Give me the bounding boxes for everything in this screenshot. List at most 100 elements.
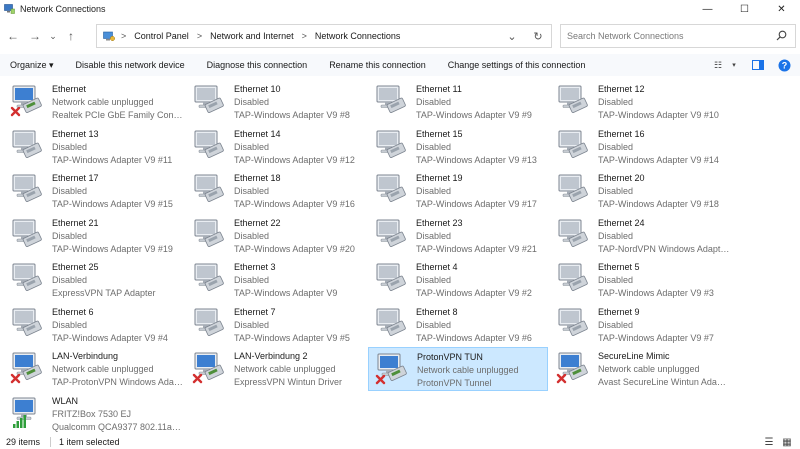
connection-item[interactable]: Ethernet 18 Disabled TAP-Windows Adapter V… [186,169,366,213]
connection-item[interactable]: Ethernet 23 Disabled TAP-Windows Adapter V… [368,214,548,258]
connection-item[interactable]: Ethernet 16 Disabled TAP-Windows Adapter V… [550,125,730,169]
ethernet-unplugged-icon [192,351,226,385]
connection-item[interactable]: Ethernet 22 Disabled TAP-Windows Adapter V… [186,214,366,258]
connection-item[interactable]: Ethernet 25 Disabled ExpressVPN TAP Adapte… [4,258,184,302]
connection-name: Ethernet 10 [234,84,281,94]
connection-name: Ethernet 17 [52,173,99,183]
connection-item[interactable]: Ethernet 11 Disabled TAP-Windows Adapter V… [368,80,548,124]
organize-button[interactable]: Organize ▾ [0,60,64,71]
forward-button[interactable]: → [24,25,46,47]
connection-item[interactable]: Ethernet 10 Disabled TAP-Windows Adapter V… [186,80,366,124]
connection-item[interactable]: Ethernet 14 Disabled TAP-Windows Adapter V… [186,125,366,169]
connection-name: Ethernet [52,84,87,94]
back-button[interactable]: ← [2,25,24,47]
rename-connection-button[interactable]: Rename this connection [317,60,436,70]
connection-name: Ethernet 3 [234,262,276,272]
refresh-button[interactable]: ↻ [525,25,551,47]
connection-item[interactable]: Ethernet 9 Disabled TAP-Windows Adapter V9… [550,303,730,347]
ethernet-unplugged-icon [10,84,44,118]
connection-device: TAP-Windows Adapter V9 #14 [598,154,719,165]
connection-item[interactable]: Ethernet 3 Disabled TAP-Windows Adapter V9 [186,258,366,302]
search-input[interactable] [567,31,767,41]
breadcrumb-separator: > [301,31,307,41]
connection-device: TAP-Windows Adapter V9 #10 [598,110,719,120]
connection-item[interactable]: Ethernet 5 Disabled TAP-Windows Adapter V9… [550,258,730,302]
connection-status: Disabled [416,97,452,107]
connection-item[interactable]: Ethernet 17 Disabled TAP-Windows Adapter V… [4,169,184,213]
change-settings-button[interactable]: Change settings of this connection [436,60,596,70]
connection-status: Disabled [598,319,634,330]
ethernet-adapter-icon [192,218,226,252]
connection-item[interactable]: Ethernet Network cable unplugged Realtek P… [4,80,184,124]
connection-status: Disabled [598,230,634,241]
connection-item[interactable]: LAN-Verbindung Network cable unplugged TAP… [4,347,184,391]
change-view-icon[interactable]: ☷ [708,54,728,76]
disable-device-button[interactable]: Disable this network device [64,60,195,70]
connection-name: Ethernet 7 [234,306,276,317]
navigation-bar: ← → ⌄ ↑ > Control Panel > Network and In… [0,22,800,50]
close-button[interactable]: ✕ [763,0,800,18]
breadcrumb-network-connections[interactable]: Network Connections [315,31,401,41]
connection-item[interactable]: Ethernet 7 Disabled TAP-Windows Adapter V9… [186,303,366,347]
connection-status: Disabled [234,275,270,285]
status-divider [50,437,52,447]
search-box[interactable] [560,24,796,48]
ethernet-adapter-icon [374,173,408,207]
breadcrumb-separator: > [121,31,127,41]
connection-item[interactable]: Ethernet 4 Disabled TAP-Windows Adapter V9… [368,258,548,302]
connection-device: TAP-Windows Adapter V9 #11 [52,154,173,165]
help-icon-label: ? [781,60,787,70]
recent-locations-button[interactable]: ⌄ [46,25,60,47]
view-dropdown-icon[interactable]: ▾ [728,54,740,76]
connection-item[interactable]: SecureLine Mimic Network cable unplugged A… [550,347,730,391]
connection-status: Disabled [598,97,634,107]
connection-status: Disabled [234,230,270,241]
connection-device: TAP-Windows Adapter V9 #17 [416,199,537,209]
connection-name: LAN-Verbindung 2 [234,351,308,361]
address-dropdown-button[interactable]: ⌄ [499,25,525,47]
breadcrumb-network-and-internet[interactable]: Network and Internet [210,31,294,41]
connection-status: Disabled [234,141,270,152]
connection-device: TAP-Windows Adapter V9 #21 [416,243,537,254]
maximize-button[interactable]: ☐ [726,0,763,18]
tiles-view-button[interactable]: ▦ [778,435,796,449]
connection-device: TAP-NordVPN Windows Adapter ... [598,243,730,254]
ethernet-adapter-icon [192,129,226,163]
connection-name: Ethernet 15 [416,128,463,139]
connection-item[interactable]: Ethernet 13 Disabled TAP-Windows Adapter V… [4,125,184,169]
search-icon[interactable] [776,30,787,41]
up-button[interactable]: ↑ [60,25,82,47]
ethernet-adapter-icon [10,173,44,207]
connection-item[interactable]: Ethernet 24 Disabled TAP-NordVPN Windows A… [550,214,730,258]
ethernet-adapter-icon [374,218,408,252]
minimize-button[interactable]: — [689,0,726,18]
connection-device: TAP-Windows Adapter V9 [234,288,338,298]
help-icon[interactable]: ? [774,54,794,76]
connection-item[interactable]: Ethernet 19 Disabled TAP-Windows Adapter V… [368,169,548,213]
diagnose-connection-button[interactable]: Diagnose this connection [195,60,318,70]
connection-item[interactable]: Ethernet 12 Disabled TAP-Windows Adapter V… [550,80,730,124]
connection-item[interactable]: WLAN FRITZ!Box 7530 EJ Qualcomm QCA9377 80… [4,392,184,436]
ethernet-adapter-icon [10,262,44,296]
ethernet-unplugged-icon [10,351,44,385]
wlan-adapter-icon [10,396,44,430]
ethernet-adapter-icon [10,218,44,252]
connection-name: Ethernet 8 [416,306,458,317]
details-view-button[interactable]: ☰ [760,435,778,449]
connection-status: Disabled [52,275,88,285]
connection-device: Qualcomm QCA9377 802.11ac W... [52,421,184,432]
address-bar[interactable]: > Control Panel > Network and Internet >… [96,24,552,48]
connection-item[interactable]: Ethernet 20 Disabled TAP-Windows Adapter V… [550,169,730,213]
connection-item[interactable]: Ethernet 6 Disabled TAP-Windows Adapter V9… [4,303,184,347]
connection-item[interactable]: ProtonVPN TUN Network cable unplugged Prot… [368,347,548,391]
connection-name: Ethernet 13 [52,128,99,139]
connection-item[interactable]: LAN-Verbindung 2 Network cable unplugged E… [186,347,366,391]
connection-item[interactable]: Ethernet 15 Disabled TAP-Windows Adapter V… [368,125,548,169]
preview-pane-icon[interactable] [748,54,768,76]
connection-status: Disabled [598,186,634,196]
connection-item[interactable]: Ethernet 21 Disabled TAP-Windows Adapter V… [4,214,184,258]
window-title: Network Connections [20,4,106,14]
connection-item[interactable]: Ethernet 8 Disabled TAP-Windows Adapter V9… [368,303,548,347]
breadcrumb-control-panel[interactable]: Control Panel [134,31,189,41]
item-count: 29 items [6,437,41,447]
